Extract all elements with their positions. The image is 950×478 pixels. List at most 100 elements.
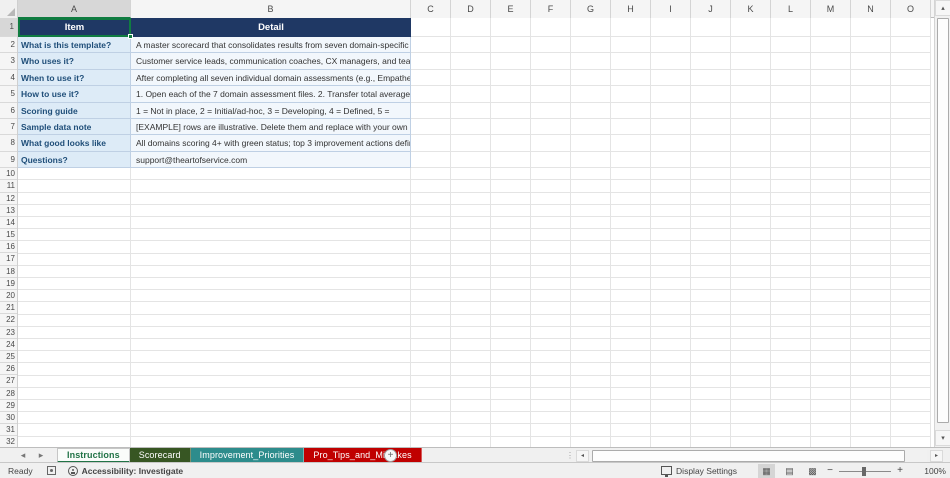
page-break-view-icon[interactable]: ▩ [804, 464, 821, 478]
row-header-25[interactable]: 25 [0, 351, 18, 363]
row-header-16[interactable]: 16 [0, 241, 18, 253]
row-header-14[interactable]: 14 [0, 217, 18, 229]
row-header-22[interactable]: 22 [0, 314, 18, 326]
row-header-26[interactable]: 26 [0, 363, 18, 375]
cell-detail-row6[interactable]: 1 = Not in place, 2 = Initial/ad-hoc, 3 … [131, 103, 411, 119]
column-header-f[interactable]: F [531, 0, 571, 18]
row-header-6[interactable]: 6 [0, 103, 18, 119]
tab-splitter-handle[interactable]: ⋮ [566, 450, 574, 461]
vertical-scrollbar-thumb[interactable] [937, 18, 949, 423]
row-header-21[interactable]: 21 [0, 302, 18, 314]
scroll-left-icon[interactable]: ◂ [576, 450, 589, 462]
row-header-4[interactable]: 4 [0, 70, 18, 86]
row-header-5[interactable]: 5 [0, 86, 18, 102]
column-header-a[interactable]: A [18, 0, 131, 18]
row-header-2[interactable]: 2 [0, 37, 18, 53]
cell-item-row2[interactable]: What is this template? [18, 37, 131, 53]
gridline [770, 18, 771, 447]
row-header-20[interactable]: 20 [0, 290, 18, 302]
horizontal-scrollbar-thumb[interactable] [592, 450, 905, 462]
row-header-1[interactable]: 1 [0, 18, 18, 37]
row-header-32[interactable]: 32 [0, 436, 18, 447]
column-header-b[interactable]: B [131, 0, 411, 18]
row-header-7[interactable]: 7 [0, 119, 18, 135]
macro-record-icon[interactable] [47, 466, 56, 475]
accessibility-status[interactable]: Accessibility: Investigate [82, 466, 184, 476]
cell-item-row6[interactable]: Scoring guide [18, 103, 131, 119]
cell-detail-row7[interactable]: [EXAMPLE] rows are illustrative. Delete … [131, 119, 411, 135]
column-header-j[interactable]: J [691, 0, 731, 18]
column-header-c[interactable]: C [411, 0, 451, 18]
row-header-17[interactable]: 17 [0, 253, 18, 265]
cell-detail-row5[interactable]: 1. Open each of the 7 domain assessment … [131, 86, 411, 102]
gridline [810, 18, 811, 447]
scroll-right-icon[interactable]: ▸ [930, 450, 943, 462]
cell-detail-row2[interactable]: A master scorecard that consolidates res… [131, 37, 411, 53]
row-header-30[interactable]: 30 [0, 412, 18, 424]
normal-view-icon[interactable]: ▦ [758, 464, 775, 478]
row-header-10[interactable]: 10 [0, 168, 18, 180]
select-all-button[interactable] [0, 0, 18, 18]
row-header-19[interactable]: 19 [0, 278, 18, 290]
vertical-scrollbar[interactable]: ▴ ▾ [934, 0, 950, 447]
gridline [18, 411, 931, 412]
row-header-3[interactable]: 3 [0, 53, 18, 69]
cell-item-row4[interactable]: When to use it? [18, 70, 131, 86]
cell-detail-row3[interactable]: Customer service leads, communication co… [131, 53, 411, 69]
tab-nav-left-icon[interactable]: ◂ [16, 448, 30, 463]
row-header-28[interactable]: 28 [0, 388, 18, 400]
tab-nav-right-icon[interactable]: ▸ [34, 448, 48, 463]
column-header-k[interactable]: K [731, 0, 771, 18]
page-layout-view-icon[interactable]: ▤ [781, 464, 798, 478]
row-header-27[interactable]: 27 [0, 375, 18, 387]
cell-detail-row8[interactable]: All domains scoring 4+ with green status… [131, 135, 411, 151]
display-settings-button[interactable]: Display Settings [676, 466, 737, 476]
row-header-9[interactable]: 9 [0, 152, 18, 168]
column-header-i[interactable]: I [651, 0, 691, 18]
gridline [650, 18, 651, 447]
row-header-23[interactable]: 23 [0, 327, 18, 339]
cell-header-item[interactable]: Item [18, 18, 131, 37]
row-header-12[interactable]: 12 [0, 193, 18, 205]
cell-detail-row9[interactable]: support@theartofservice.com [131, 152, 411, 168]
row-header-18[interactable]: 18 [0, 266, 18, 278]
sheet-tab-improvement-priorities[interactable]: Improvement_Priorities [191, 448, 305, 463]
column-header-d[interactable]: D [451, 0, 491, 18]
sheet-tab-instructions[interactable]: Instructions [57, 448, 130, 463]
row-header-15[interactable]: 15 [0, 229, 18, 241]
scroll-down-icon[interactable]: ▾ [935, 430, 950, 446]
sheet-grid[interactable]: ItemDetailWhat is this template?A master… [18, 18, 934, 447]
accessibility-icon[interactable] [68, 466, 78, 476]
gridline [18, 436, 931, 437]
column-header-m[interactable]: M [811, 0, 851, 18]
zoom-level[interactable]: 100% [912, 466, 946, 476]
cell-item-row5[interactable]: How to use it? [18, 86, 131, 102]
gridline [18, 265, 931, 266]
zoom-slider-thumb[interactable] [862, 467, 866, 476]
cell-item-row9[interactable]: Questions? [18, 152, 131, 168]
new-sheet-button[interactable]: + [384, 449, 397, 462]
zoom-slider[interactable] [839, 464, 891, 478]
row-header-11[interactable]: 11 [0, 180, 18, 192]
cell-header-detail[interactable]: Detail [131, 18, 411, 37]
zoom-out-button[interactable]: − [824, 465, 836, 476]
column-header-h[interactable]: H [611, 0, 651, 18]
scroll-up-icon[interactable]: ▴ [935, 0, 950, 16]
row-header-31[interactable]: 31 [0, 424, 18, 436]
sheet-tab-scorecard[interactable]: Scorecard [130, 448, 191, 463]
cell-item-row8[interactable]: What good looks like [18, 135, 131, 151]
row-header-24[interactable]: 24 [0, 339, 18, 351]
cell-item-row3[interactable]: Who uses it? [18, 53, 131, 69]
row-header-29[interactable]: 29 [0, 400, 18, 412]
zoom-in-button[interactable]: + [894, 465, 906, 476]
column-header-e[interactable]: E [491, 0, 531, 18]
column-header-o[interactable]: O [891, 0, 931, 18]
row-header-13[interactable]: 13 [0, 205, 18, 217]
cell-detail-row4[interactable]: After completing all seven individual do… [131, 70, 411, 86]
cell-item-row7[interactable]: Sample data note [18, 119, 131, 135]
column-header-n[interactable]: N [851, 0, 891, 18]
column-header-g[interactable]: G [571, 0, 611, 18]
row-header-8[interactable]: 8 [0, 135, 18, 151]
sheet-tab-pro-tips-and-mistakes[interactable]: Pro_Tips_and_Mistakes [304, 448, 421, 463]
column-header-l[interactable]: L [771, 0, 811, 18]
